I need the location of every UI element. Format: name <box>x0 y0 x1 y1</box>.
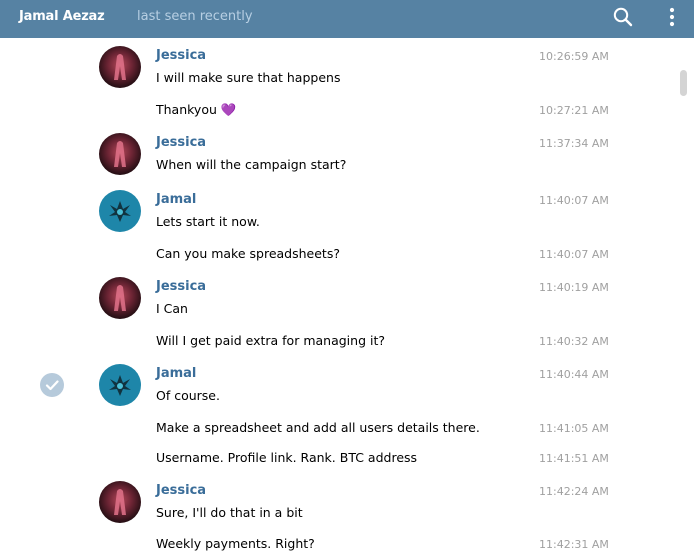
message-time: 10:27:21 AM <box>539 104 609 117</box>
chat-header: Jamal Aezaz last seen recently <box>0 0 694 38</box>
message-time: 11:40:07 AM <box>539 248 609 261</box>
message-text: I Can <box>156 301 188 316</box>
message-text: Thankyou 💜 <box>156 102 237 117</box>
message-author[interactable]: Jessica <box>156 48 206 63</box>
message-text: Lets start it now. <box>156 214 260 229</box>
scrollbar-thumb[interactable] <box>680 70 687 96</box>
avatar[interactable] <box>99 364 141 406</box>
avatar[interactable] <box>99 481 141 523</box>
message-text: Will I get paid extra for managing it? <box>156 333 385 348</box>
message-time: 11:40:07 AM <box>539 194 609 207</box>
message-text: Weekly payments. Right? <box>156 536 315 551</box>
message-author[interactable]: Jessica <box>156 135 206 150</box>
message-text: Username. Profile link. Rank. BTC addres… <box>156 450 418 465</box>
avatar[interactable] <box>99 190 141 232</box>
message-author[interactable]: Jessica <box>156 279 206 294</box>
message-time: 11:40:19 AM <box>539 281 609 294</box>
message-text: Sure, I'll do that in a bit <box>156 505 303 520</box>
message-time: 11:37:34 AM <box>539 137 609 150</box>
message-time: 11:41:05 AM <box>539 422 609 435</box>
more-options-icon[interactable] <box>664 5 680 31</box>
message-text: Of course. <box>156 388 220 403</box>
message-time: 11:42:31 AM <box>539 538 609 551</box>
avatar[interactable] <box>99 46 141 88</box>
message-text: Make a spreadsheet and add all users det… <box>156 420 480 435</box>
avatar[interactable] <box>99 133 141 175</box>
message-time: 11:40:44 AM <box>539 368 609 381</box>
contact-name[interactable]: Jamal Aezaz <box>19 9 105 24</box>
message-time: 11:41:51 AM <box>539 452 609 465</box>
contact-status: last seen recently <box>137 9 253 24</box>
message-author[interactable]: Jessica <box>156 483 206 498</box>
message-time: 11:40:32 AM <box>539 335 609 348</box>
message-text: When will the campaign start? <box>156 157 347 172</box>
message-author[interactable]: Jamal <box>156 192 196 207</box>
scrollbar-track[interactable] <box>678 38 688 555</box>
message-author[interactable]: Jamal <box>156 366 196 381</box>
select-message-checkbox[interactable] <box>40 373 64 397</box>
avatar[interactable] <box>99 277 141 319</box>
message-time: 10:26:59 AM <box>539 50 609 63</box>
search-icon[interactable] <box>612 6 634 28</box>
message-text: Can you make spreadsheets? <box>156 246 340 261</box>
message-time: 11:42:24 AM <box>539 485 609 498</box>
message-text: I will make sure that happens <box>156 70 341 85</box>
